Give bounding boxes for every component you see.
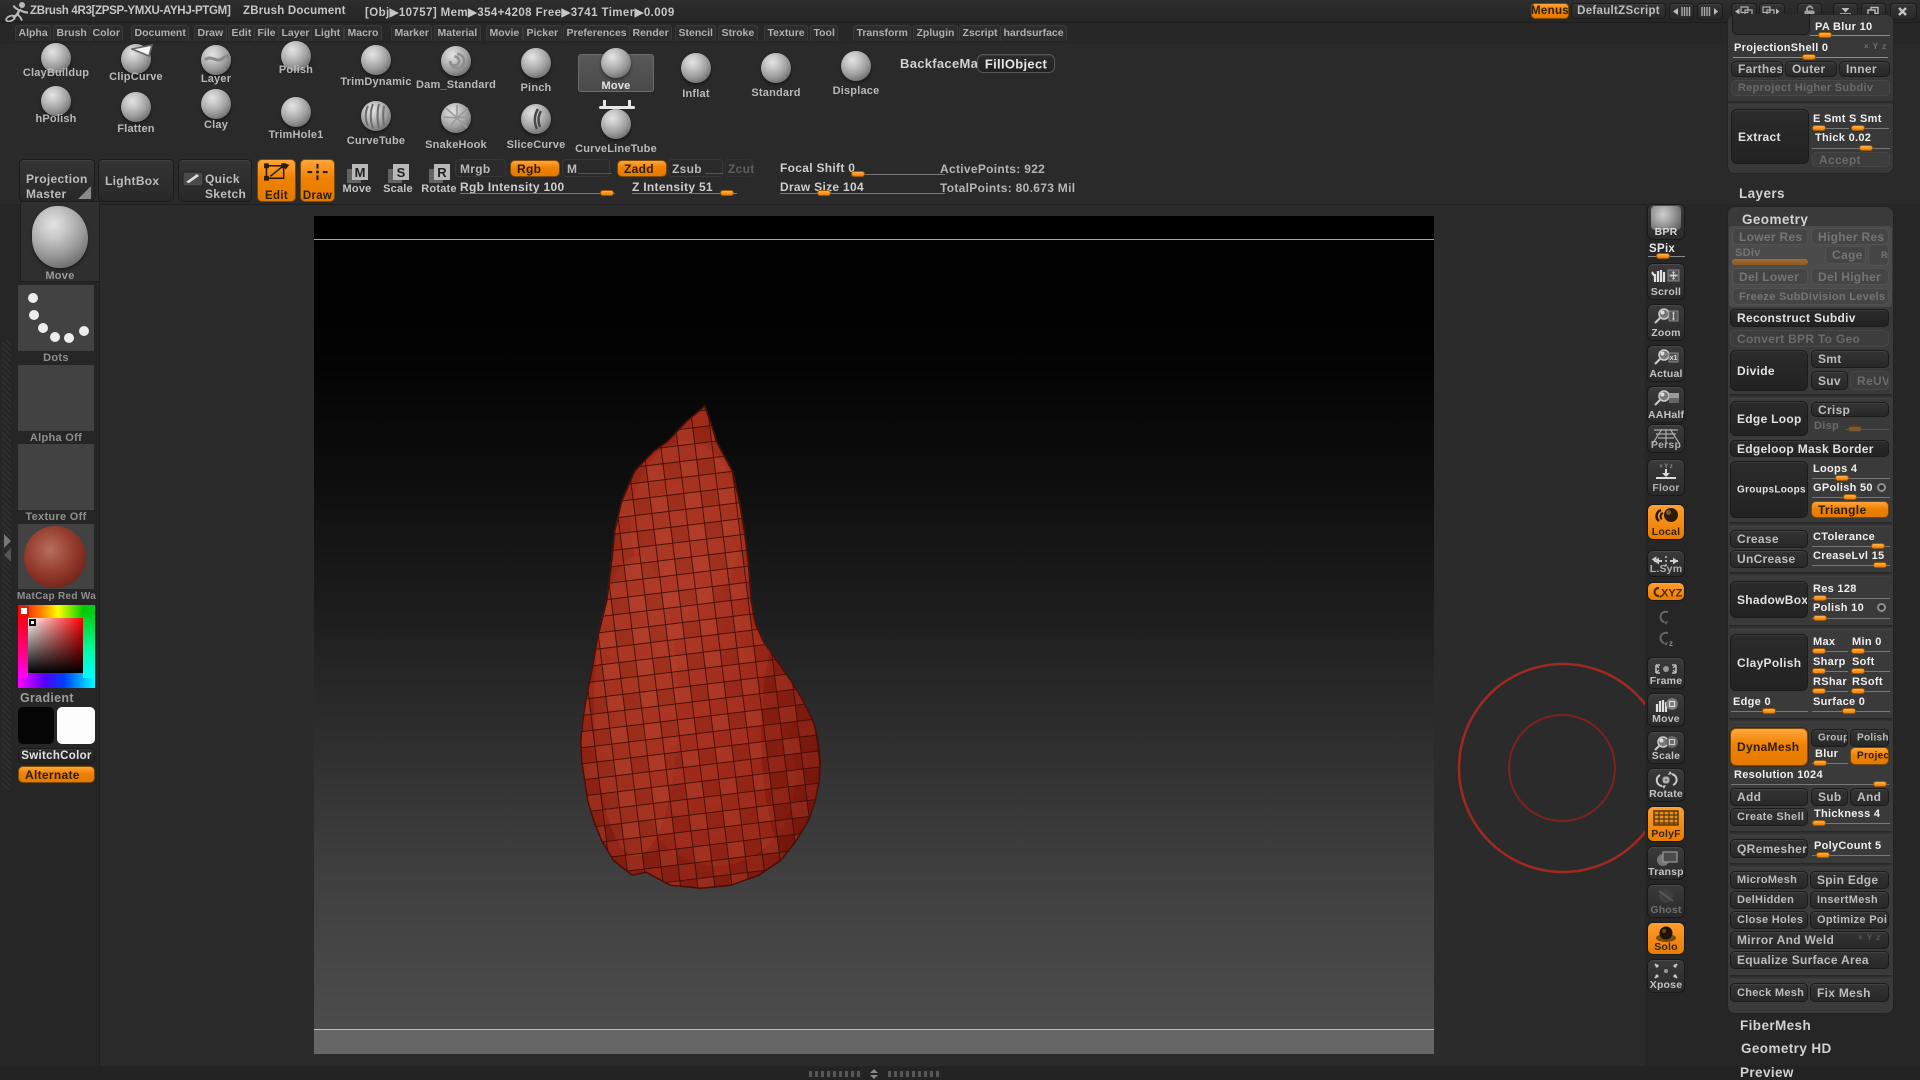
svg-text:z: z	[1669, 639, 1673, 648]
svg-text:R: R	[437, 165, 447, 180]
svg-text:x1: x1	[1670, 355, 1678, 362]
svg-text:S: S	[397, 165, 406, 180]
svg-text:XYZ: XYZ	[1661, 588, 1683, 600]
svg-text:M: M	[355, 165, 366, 180]
